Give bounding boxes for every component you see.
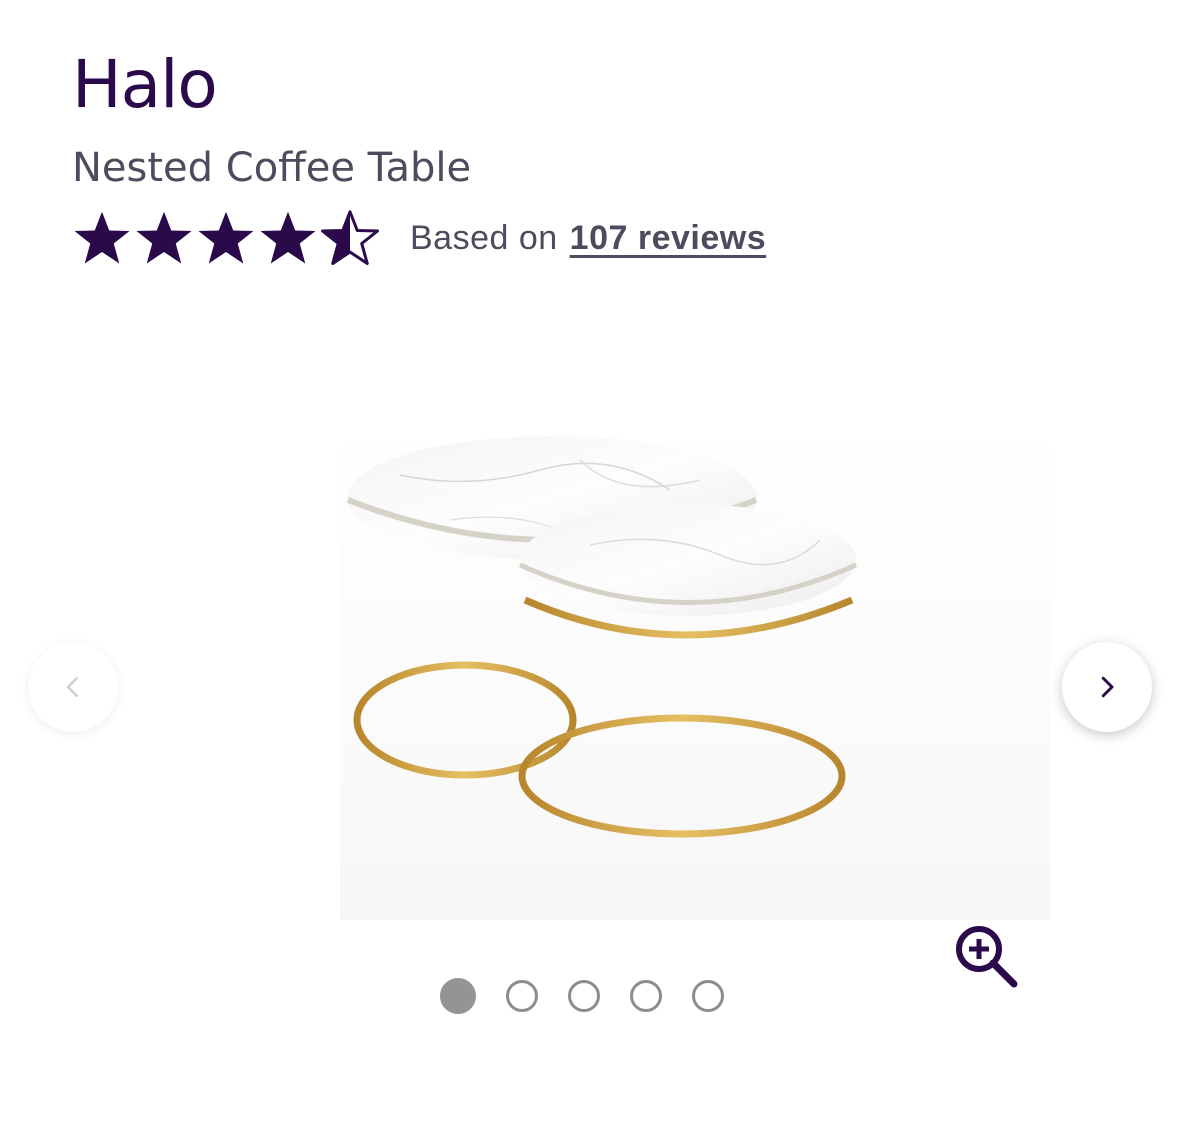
carousel-dot[interactable] — [440, 978, 476, 1014]
star-full-icon — [260, 211, 316, 264]
star-full-icon — [198, 211, 254, 264]
next-image-button[interactable] — [1062, 642, 1152, 732]
star-full-icon — [74, 211, 130, 264]
rating-row: Based on 107 reviews — [72, 206, 766, 270]
product-gallery — [0, 320, 1179, 1040]
product-subtitle: Nested Coffee Table — [72, 145, 472, 191]
product-title: Halo — [72, 46, 218, 123]
star-half-icon — [321, 210, 379, 266]
nested-tables-illustration — [346, 436, 858, 838]
carousel-dot[interactable] — [506, 980, 538, 1012]
carousel-dot[interactable] — [568, 980, 600, 1012]
reviews-prefix: Based on — [410, 218, 558, 257]
carousel-dot[interactable] — [630, 980, 662, 1012]
reviews-link[interactable]: 107 reviews — [570, 219, 766, 258]
chevron-right-icon — [1101, 676, 1114, 698]
zoom-in-icon — [956, 926, 1018, 988]
star-rating — [72, 208, 380, 268]
carousel-pagination — [440, 978, 724, 1014]
star-full-icon — [136, 211, 192, 264]
zoom-button[interactable] — [952, 922, 1022, 992]
carousel-dot[interactable] — [692, 980, 724, 1012]
product-image — [340, 420, 1050, 920]
previous-image-button[interactable] — [28, 642, 118, 732]
chevron-left-icon — [66, 677, 78, 697]
